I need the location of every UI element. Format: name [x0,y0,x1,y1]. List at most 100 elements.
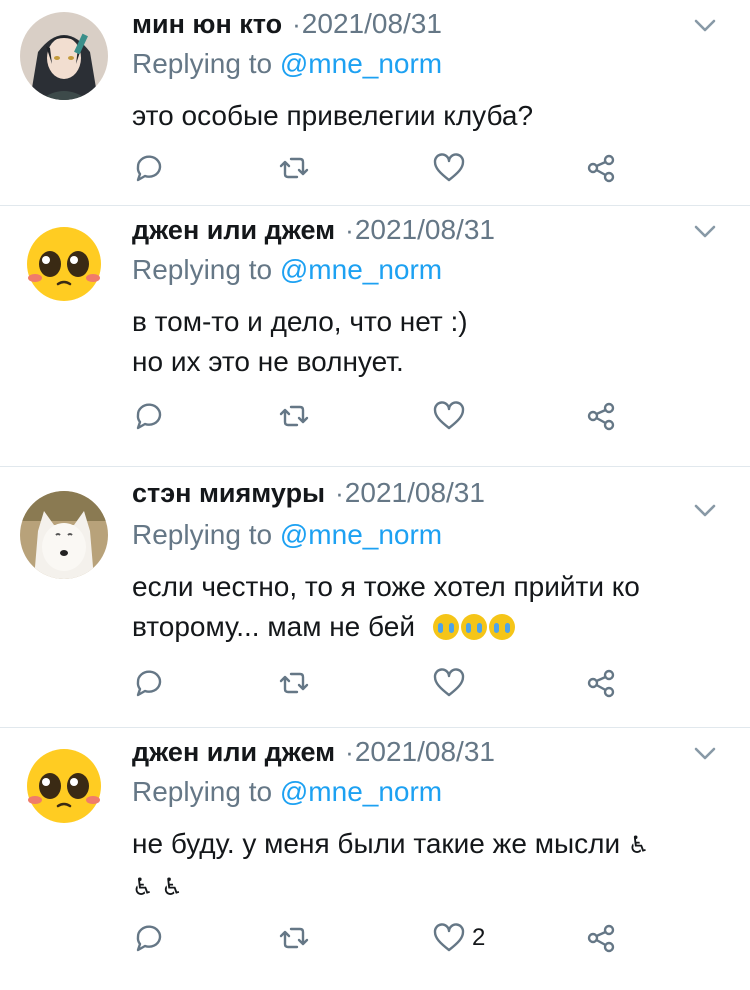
tweet-actions [132,396,632,442]
separator-dot: · [345,736,354,767]
retweet-icon [279,672,309,694]
avatar[interactable] [20,742,108,830]
tweet-text: в том-то и дело, что нет :) но их это не… [132,302,720,382]
tweet-date[interactable]: 2021/08/31 [355,214,495,246]
person-in-wheelchair-icon: ♿ [627,832,650,859]
display-name[interactable]: джен или джем [132,215,335,246]
reply-icon [136,155,162,182]
share-button[interactable] [584,663,618,703]
reply-handle-link[interactable]: @mne_norm [280,254,442,285]
reply-icon [136,925,162,952]
retweet-button[interactable] [277,918,311,958]
tweet-text: не буду. у меня были такие же мысли ♿ ♿ … [132,824,720,908]
tweet[interactable]: стэн миямуры · 2021/08/31 Replying to @m… [0,467,750,728]
share-icon [587,669,615,698]
display-name[interactable]: джен или джем [132,737,335,768]
replying-to-label: Replying to [132,776,273,807]
tweet-text-line: второму... мам не бей [132,607,720,647]
like-count: 2 [472,924,486,951]
pleading-face-avatar [20,742,108,830]
share-icon [587,154,615,183]
reply-handle-link[interactable]: @mne_norm [280,48,442,79]
reply-icon [136,403,162,430]
chevron-down-icon[interactable] [692,740,718,766]
share-button[interactable] [584,148,618,188]
tweet[interactable]: мин юн кто · 2021/08/31 Replying to @mne… [0,0,750,206]
tweet-text-line: в том-то и дело, что нет :) [132,306,468,337]
tweet-header: джен или джем · 2021/08/31 [132,210,690,250]
loudly-crying-face-icon [488,614,515,640]
reply-icon [136,670,162,697]
replying-to: Replying to @mne_norm [132,519,442,551]
retweet-button[interactable] [277,663,311,703]
heart-icon [433,668,465,697]
separator-dot: · [335,477,344,508]
tweet-text-line: это особые привелегии клуба? [132,100,534,131]
loudly-crying-face-icon [432,614,459,640]
tweet-actions [132,148,632,194]
retweet-icon [279,157,309,179]
reply-button[interactable] [132,663,166,703]
tweet-header: джен или джем · 2021/08/31 [132,732,690,772]
tweet-text-line: если честно, то я тоже хотел прийти ко [132,571,640,602]
share-button[interactable] [584,396,618,436]
replying-to: Replying to @mne_norm [132,254,442,286]
pleading-face-avatar [20,220,108,308]
avatar[interactable] [20,220,108,308]
person-in-wheelchair-icon: ♿ [132,874,154,901]
tweet-text-fragment: не буду. у меня были такие же мысли [132,828,621,859]
heart-icon [433,401,465,430]
retweet-button[interactable] [277,396,311,436]
anime-character-avatar [20,12,108,100]
tweet-actions: 2 [132,918,632,964]
tweet[interactable]: джен или джем · 2021/08/31 Replying to @… [0,206,750,467]
tweet-date[interactable]: 2021/08/31 [302,8,442,40]
person-in-wheelchair-icon: ♿ [161,874,183,901]
tweet-date[interactable]: 2021/08/31 [355,736,495,768]
tweet-text-line: но их это не волнует. [132,346,404,377]
tweet-date[interactable]: 2021/08/31 [345,477,485,509]
white-wolf-avatar [20,491,108,579]
replying-to-label: Replying to [132,254,273,285]
tweet-text-fragment: второму... мам не бей [132,611,415,642]
tweet-text-line: ♿ ♿ [132,866,720,908]
replying-to-label: Replying to [132,48,273,79]
tweet-text: если честно, то я тоже хотел прийти ко в… [132,567,720,647]
separator-dot: · [292,8,301,39]
replying-to: Replying to @mne_norm [132,776,442,808]
tweet-text-line: не буду. у меня были такие же мысли ♿ [132,824,720,866]
avatar[interactable] [20,491,108,579]
tweet-header: стэн миямуры · 2021/08/31 [132,473,690,513]
chevron-down-icon[interactable] [692,497,718,523]
avatar[interactable] [20,12,108,100]
retweet-icon [279,405,309,427]
loudly-crying-face-icon [460,614,487,640]
like-button[interactable]: 2 [432,918,485,958]
heart-icon [433,923,465,952]
tweet-header: мин юн кто · 2021/08/31 [132,4,690,44]
replying-to: Replying to @mne_norm [132,48,442,80]
tweet-actions [132,663,632,709]
reply-button[interactable] [132,918,166,958]
like-button[interactable] [432,396,466,436]
chevron-down-icon[interactable] [692,12,718,38]
like-button[interactable] [432,148,466,188]
reply-handle-link[interactable]: @mne_norm [280,776,442,807]
share-icon [587,924,615,953]
retweet-button[interactable] [277,148,311,188]
tweet[interactable]: джен или джем · 2021/08/31 Replying to @… [0,728,750,989]
heart-icon [433,153,465,182]
reply-button[interactable] [132,148,166,188]
replying-to-label: Replying to [132,519,273,550]
reply-button[interactable] [132,396,166,436]
reply-handle-link[interactable]: @mne_norm [280,519,442,550]
share-icon [587,402,615,431]
chevron-down-icon[interactable] [692,218,718,244]
tweet-text: это особые привелегии клуба? [132,96,720,136]
display-name[interactable]: стэн миямуры [132,478,325,509]
retweet-icon [279,927,309,949]
display-name[interactable]: мин юн кто [132,9,282,40]
like-button[interactable] [432,663,466,703]
share-button[interactable] [584,918,618,958]
separator-dot: · [345,214,354,245]
